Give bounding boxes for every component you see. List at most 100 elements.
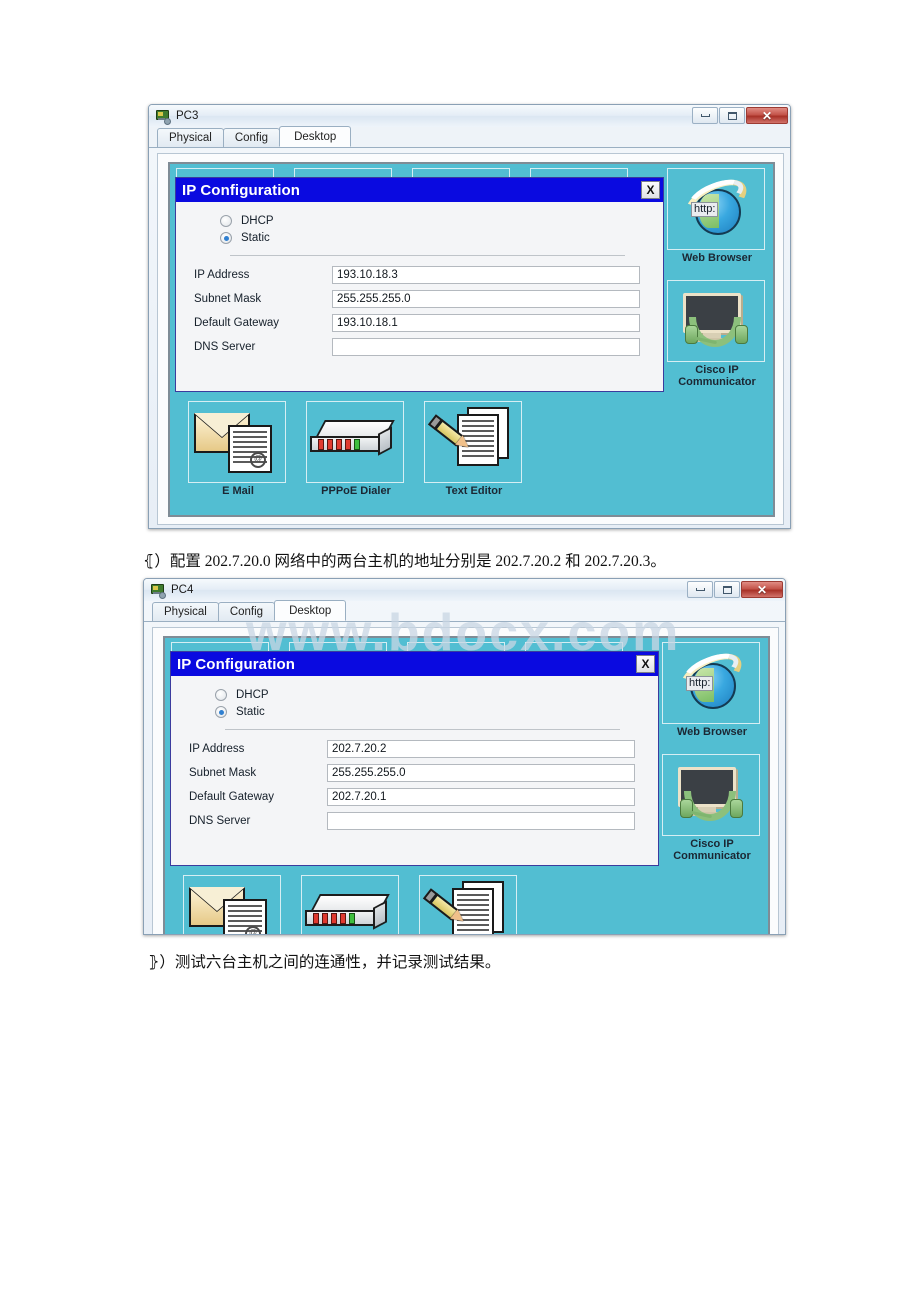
minimize-button[interactable] [692,107,718,124]
dns-server-input[interactable] [327,812,635,830]
pc4-ip-configuration-dialog[interactable]: IP Configuration X DHCP Static IP Addres… [170,651,659,866]
tab-desktop[interactable]: Desktop [279,126,352,147]
web-browser-icon-box: http: [667,168,765,250]
subnet-mask-input[interactable]: 255.255.255.0 [332,290,640,308]
pc3-tabstrip: Physical Config Desktop [149,126,790,148]
e-mail-icon-box: @ [188,401,286,483]
e-mail-icon-box: @ [183,875,281,934]
ip-config-title: IP Configuration [182,181,300,199]
web-browser-icon-box: http: [662,642,760,724]
ip-address-row: IP Address 193.10.18.3 [176,265,663,285]
side-icon-web-browser[interactable]: http: Web Browser [667,168,767,264]
close-button[interactable]: ✕ [746,107,788,124]
static-radio-row[interactable]: Static [215,706,658,718]
minimize-button[interactable] [687,581,713,598]
dhcp-radio[interactable] [215,689,227,701]
globe-http-icon: http: [678,170,754,236]
e-mail-label: E Mail [222,485,254,497]
dns-server-label: DNS Server [189,815,251,827]
text-editor-label: Text Editor [445,485,503,497]
close-button[interactable]: ✕ [741,581,783,598]
pppoe-dialer-icon-box [301,875,399,934]
desktop-icon-pppoe-dialer[interactable]: PPPoE Dialer [301,875,401,934]
ip-config-title: IP Configuration [177,655,295,673]
envelope-document-icon: @ [194,409,280,475]
tab-physical[interactable]: Physical [157,128,224,147]
pc3-desktop-area: http: Web Browser Cisco IP Communicator [157,153,784,525]
side-icon-cisco-ip-communicator[interactable]: Cisco IP Communicator [667,280,767,388]
ip-config-close-button[interactable]: X [641,181,660,199]
ip-address-label: IP Address [194,269,250,281]
dialog-divider [230,255,625,256]
cisco-ip-communicator-icon-box [667,280,765,362]
web-browser-label: Web Browser [681,252,753,264]
tab-desktop[interactable]: Desktop [274,600,347,621]
ip-config-close-button[interactable]: X [636,655,655,673]
modem-icon [305,892,395,934]
tab-config[interactable]: Config [217,602,276,621]
ip-config-titlebar[interactable]: IP Configuration X [171,652,658,676]
pc3-titlebar[interactable]: PC3 ✕ [149,105,790,127]
pc4-tabstrip: Physical Config Desktop [144,600,785,622]
paragraph-3: ⦃）配置 202.7.20.0 网络中的两台主机的地址分别是 202.7.20.… [143,553,666,570]
desktop-icon-text-editor[interactable]: Text Editor [424,401,524,497]
subnet-mask-row: Subnet Mask 255.255.255.0 [176,289,663,309]
modem-icon [310,418,400,466]
tab-config[interactable]: Config [222,128,281,147]
pc4-titlebar[interactable]: PC4 ✕ [144,579,785,601]
dhcp-radio-row[interactable]: DHCP [215,689,658,701]
ip-address-input[interactable]: 193.10.18.3 [332,266,640,284]
dns-server-input[interactable] [332,338,640,356]
side-icon-web-browser[interactable]: http: Web Browser [662,642,762,738]
pencil-pages-icon [422,881,512,934]
static-radio[interactable] [220,232,232,244]
cisco-ip-communicator-label: Cisco IP Communicator [673,838,751,863]
dhcp-radio[interactable] [220,215,232,227]
subnet-mask-row: Subnet Mask 255.255.255.0 [171,763,658,783]
envelope-document-icon: @ [189,883,275,934]
static-label: Static [241,232,270,244]
static-radio[interactable] [215,706,227,718]
maximize-button[interactable] [714,581,740,598]
pc4-window[interactable]: PC4 ✕ Physical Config Desktop http: Web … [143,578,786,935]
cisco-ip-communicator-icon-box [662,754,760,836]
default-gateway-input[interactable]: 193.10.18.1 [332,314,640,332]
pc-device-icon [155,109,171,125]
maximize-button[interactable] [719,107,745,124]
dns-server-row: DNS Server [176,337,663,357]
minimize-icon [700,114,710,117]
pc4-window-buttons: ✕ [687,581,783,598]
close-icon: ✕ [756,582,768,597]
cisco-ip-communicator-label: Cisco IP Communicator [678,364,756,389]
pc3-window[interactable]: PC3 ✕ Physical Config Desktop http: Web … [148,104,791,529]
dialog-divider [225,729,620,730]
pc4-desktop-area: http: Web Browser Cisco IP Communicator [152,627,779,934]
close-icon: ✕ [761,108,773,123]
pc4-window-title: PC4 [171,584,194,596]
pc3-ip-configuration-dialog[interactable]: IP Configuration X DHCP Static IP Addres… [175,177,664,392]
static-radio-row[interactable]: Static [220,232,663,244]
default-gateway-input[interactable]: 202.7.20.1 [327,788,635,806]
pc3-window-title: PC3 [176,110,199,122]
paragraph-4: ⦄）测试六台主机之间的连通性，并记录测试结果。 [148,954,501,971]
text-editor-icon-box [424,401,522,483]
default-gateway-row: Default Gateway 202.7.20.1 [171,787,658,807]
ip-address-input[interactable]: 202.7.20.2 [327,740,635,758]
subnet-mask-label: Subnet Mask [189,767,257,779]
ip-config-titlebar[interactable]: IP Configuration X [176,178,663,202]
desktop-icon-pppoe-dialer[interactable]: PPPoE Dialer [306,401,406,497]
subnet-mask-input[interactable]: 255.255.255.0 [327,764,635,782]
dhcp-label: DHCP [241,215,274,227]
ip-address-label: IP Address [189,743,245,755]
ip-config-body: DHCP Static IP Address 202.7.20.2 Subnet… [171,676,658,831]
desktop-icon-e-mail[interactable]: @ E Mail [183,875,283,934]
monitor-headset-icon [672,765,750,825]
dhcp-radio-row[interactable]: DHCP [220,215,663,227]
desktop-icon-e-mail[interactable]: @ E Mail [188,401,288,497]
pc3-window-buttons: ✕ [692,107,788,124]
pppoe-dialer-icon-box [306,401,404,483]
tab-physical[interactable]: Physical [152,602,219,621]
desktop-icon-text-editor[interactable]: Text Editor [419,875,519,934]
side-icon-cisco-ip-communicator[interactable]: Cisco IP Communicator [662,754,762,862]
pc-device-icon [150,583,166,599]
